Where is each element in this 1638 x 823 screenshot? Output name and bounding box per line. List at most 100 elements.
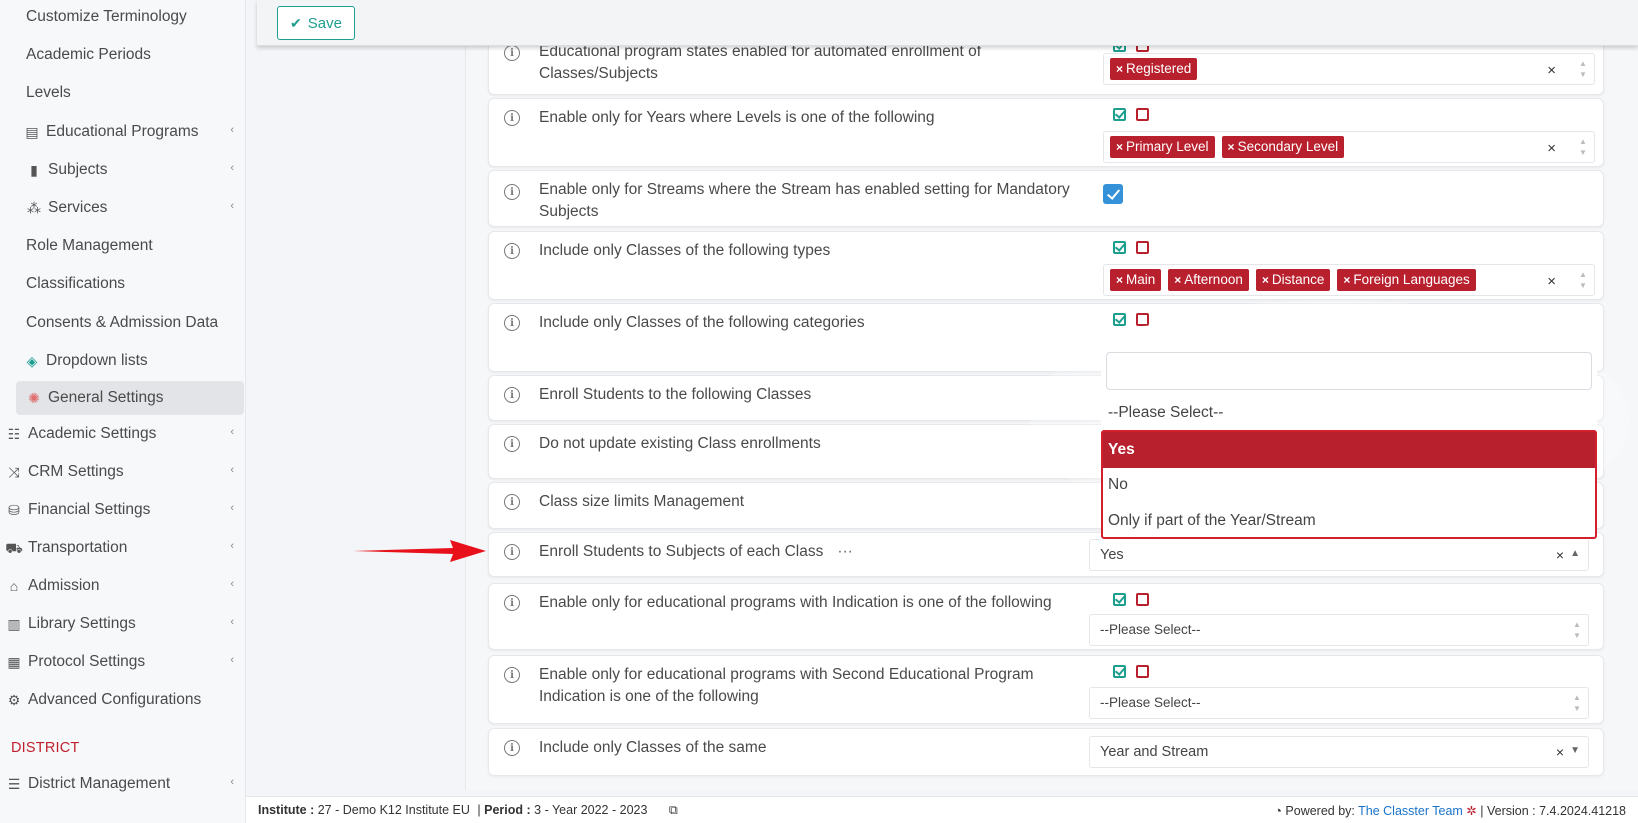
tag-secondary-level[interactable]: × Secondary Level — [1221, 136, 1345, 158]
program-states-multiselect[interactable]: × Registered × ▲ ▼ — [1103, 53, 1595, 85]
sidebar-item-advanced-configurations[interactable]: ⚙ Advanced Configurations — [0, 683, 244, 717]
services-icon: ⁂ — [27, 200, 41, 216]
sidebar-item-classifications[interactable]: Classifications — [0, 267, 244, 301]
setting-label: Include only Classes of the following ty… — [539, 242, 831, 259]
clear-icon[interactable]: × — [1547, 62, 1556, 79]
scroll-spinner-icon[interactable]: ▲ ▼ — [1572, 692, 1582, 714]
sidebar-item-educational-programs[interactable]: ▤ Educational Programs ‹ — [0, 115, 244, 149]
district-section-header: DISTRICT — [11, 740, 80, 756]
indication-select[interactable]: --Please Select-- ▲ ▼ — [1089, 614, 1589, 646]
deselect-all-icon[interactable] — [1136, 665, 1149, 678]
second-indication-select[interactable]: --Please Select-- ▲ ▼ — [1089, 687, 1589, 719]
dropdown-option-only-if-part[interactable]: Only if part of the Year/Stream — [1101, 503, 1597, 539]
tag-primary-level[interactable]: × Primary Level — [1110, 136, 1215, 158]
setting-label: Do not update existing Class enrollments — [539, 435, 821, 452]
sidebar-item-consents-admission[interactable]: Consents & Admission Data — [0, 306, 244, 340]
chevron-left-icon: ‹ — [230, 540, 234, 552]
sidebar: Customize Terminology Academic Periods L… — [0, 0, 246, 823]
setting-label: Enable only for educational programs wit… — [539, 666, 1034, 705]
sidebar-item-subjects[interactable]: ▮ Subjects ‹ — [0, 153, 244, 187]
clear-icon[interactable]: × — [1547, 140, 1556, 157]
clear-icon[interactable]: × — [1556, 744, 1564, 760]
dropdown-option-no[interactable]: No — [1101, 467, 1597, 503]
more-options-icon[interactable]: ··· — [837, 543, 853, 560]
users-icon: ☷ — [7, 426, 21, 442]
red-arrow-annotation — [353, 540, 486, 562]
dropdown-search-input[interactable] — [1106, 352, 1592, 390]
info-icon: i — [504, 184, 520, 200]
sidebar-item-academic-settings[interactable]: ☷ Academic Settings ‹ — [0, 417, 244, 451]
sidebar-item-general-settings[interactable]: ✺ General Settings — [16, 381, 244, 415]
remove-tag-icon: × — [1116, 140, 1124, 154]
sidebar-item-library-settings[interactable]: ▥ Library Settings ‹ — [0, 607, 244, 641]
chevron-left-icon: ‹ — [230, 464, 234, 476]
sidebar-item-role-management[interactable]: Role Management — [0, 229, 244, 263]
crm-icon: ⤨ — [8, 464, 20, 480]
clear-icon[interactable]: × — [1556, 547, 1564, 563]
info-icon: i — [504, 243, 520, 259]
chevron-left-icon: ‹ — [230, 200, 234, 212]
setting-row-streams-mandatory: i Enable only for Streams where the Stre… — [488, 170, 1604, 227]
enroll-subjects-select[interactable]: Yes × ▲ — [1089, 539, 1589, 571]
info-icon: i — [504, 667, 520, 683]
dropdown-option-please-select[interactable]: --Please Select-- — [1101, 395, 1597, 431]
scroll-spinner-icon[interactable]: ▲ ▼ — [1578, 269, 1588, 291]
institution-icon: ⌂ — [9, 578, 19, 594]
scroll-spinner-icon[interactable]: ▲ ▼ — [1578, 58, 1588, 80]
sidebar-item-dropdown-lists[interactable]: ◈ Dropdown lists — [0, 344, 244, 378]
classter-logo-icon: ✲ — [1466, 804, 1477, 818]
clear-icon[interactable]: × — [1547, 273, 1556, 290]
setting-label: Enroll Students to the following Classes — [539, 386, 812, 403]
enroll-subjects-dropdown: --Please Select-- Yes No Only if part of… — [1101, 346, 1597, 540]
scroll-spinner-icon[interactable]: ▲ ▼ — [1572, 619, 1582, 641]
sidebar-item-crm-settings[interactable]: ⤨ CRM Settings ‹ — [0, 455, 244, 489]
class-types-multiselect[interactable]: × Main × Afternoon × Distance × Foreign Lang… — [1103, 264, 1595, 296]
chevron-left-icon: ‹ — [230, 578, 234, 590]
toolbar: ✔ Save — [257, 0, 1638, 46]
programs-icon: ▤ — [25, 124, 39, 140]
tag-afternoon[interactable]: × Afternoon — [1168, 269, 1249, 291]
copy-icon[interactable]: ⧉ — [669, 803, 678, 817]
select-all-icon[interactable] — [1113, 241, 1126, 254]
dropdown-option-yes[interactable]: Yes — [1101, 432, 1597, 468]
info-icon: i — [504, 45, 520, 61]
info-icon: i — [504, 544, 520, 560]
period-label: Period : — [484, 803, 531, 817]
sidebar-item-services[interactable]: ⁂ Services ‹ — [0, 191, 244, 225]
info-icon: i — [504, 740, 520, 756]
save-button[interactable]: ✔ Save — [277, 6, 355, 40]
sidebar-item-protocol-settings[interactable]: ▦ Protocol Settings ‹ — [0, 645, 244, 679]
deselect-all-icon[interactable] — [1136, 108, 1149, 121]
select-all-icon[interactable] — [1113, 593, 1126, 606]
remove-tag-icon: × — [1343, 273, 1351, 287]
sidebar-item-admission[interactable]: ⌂ Admission ‹ — [0, 569, 244, 603]
setting-label: Include only Classes of the same — [539, 739, 767, 756]
tag-registered[interactable]: × Registered — [1110, 58, 1198, 80]
gears-icon: ✺ — [28, 390, 40, 406]
chevron-left-icon: ‹ — [230, 654, 234, 666]
same-classes-select[interactable]: Year and Stream × ▼ — [1089, 736, 1589, 768]
caret-down-icon: ▼ — [1570, 745, 1580, 756]
cogs-icon: ⚙ — [7, 692, 21, 708]
levels-multiselect[interactable]: × Primary Level × Secondary Level × ▲ ▼ — [1103, 131, 1595, 163]
sidebar-item-customize-terminology[interactable]: Customize Terminology — [0, 0, 244, 34]
select-all-icon[interactable] — [1113, 313, 1126, 326]
select-all-icon[interactable] — [1113, 665, 1126, 678]
tag-foreign-languages[interactable]: × Foreign Languages — [1337, 269, 1476, 291]
sidebar-item-transportation[interactable]: ⛟ Transportation ‹ — [0, 531, 244, 565]
chevron-left-icon: ‹ — [230, 776, 234, 788]
scroll-spinner-icon[interactable]: ▲ ▼ — [1578, 136, 1588, 158]
mandatory-subjects-checkbox[interactable] — [1103, 184, 1123, 204]
tag-distance[interactable]: × Distance — [1255, 269, 1331, 291]
classter-team-link[interactable]: The Classter Team — [1358, 804, 1463, 818]
deselect-all-icon[interactable] — [1136, 241, 1149, 254]
sidebar-item-district-management[interactable]: ☰ District Management ‹ — [0, 767, 244, 801]
sidebar-item-levels[interactable]: Levels — [0, 76, 244, 110]
sidebar-item-financial-settings[interactable]: ⛁ Financial Settings ‹ — [0, 493, 244, 527]
sidebar-item-academic-periods[interactable]: Academic Periods — [0, 38, 244, 72]
select-all-icon[interactable] — [1113, 108, 1126, 121]
chevron-left-icon: ‹ — [230, 616, 234, 628]
book-icon: ▮ — [30, 162, 38, 178]
deselect-all-icon[interactable] — [1136, 593, 1149, 606]
tag-main[interactable]: × Main — [1110, 269, 1162, 291]
